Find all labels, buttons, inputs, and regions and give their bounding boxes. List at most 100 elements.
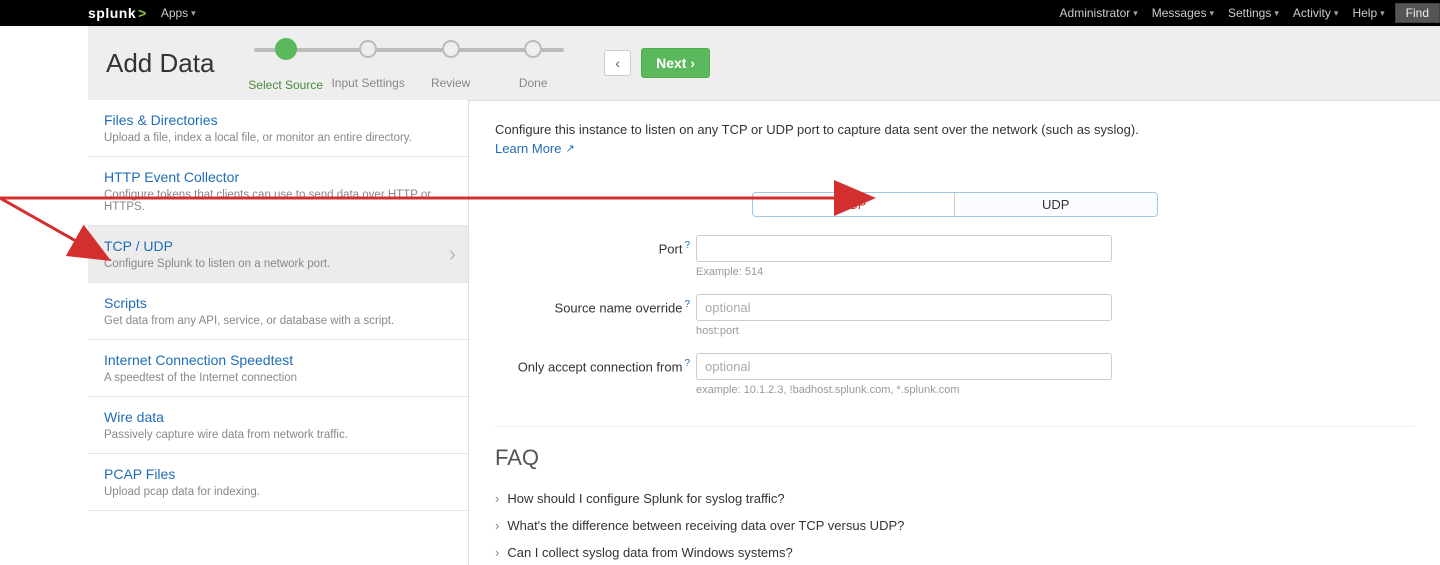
port-row: Port? <box>495 235 1414 262</box>
wizard-dot-icon <box>359 40 377 58</box>
apps-menu[interactable]: Apps▾ <box>161 6 196 20</box>
caret-down-icon: ▾ <box>1209 8 1214 19</box>
wizard-step-label: Input Settings <box>331 76 404 90</box>
help-icon[interactable]: ? <box>684 299 690 310</box>
sidebar-item-scripts[interactable]: Scripts Get data from any API, service, … <box>88 283 468 340</box>
accept-from-label: Only accept connection from? <box>495 358 696 374</box>
caret-down-icon: ▾ <box>1380 8 1385 19</box>
learn-more-label: Learn More <box>495 141 561 156</box>
brand-logo[interactable]: splunk> <box>88 5 147 21</box>
apps-label: Apps <box>161 6 188 20</box>
administrator-label: Administrator <box>1060 6 1131 20</box>
sidebar-item-files-directories[interactable]: Files & Directories Upload a file, index… <box>88 100 468 157</box>
faq-title: FAQ <box>495 445 1414 471</box>
messages-menu[interactable]: Messages▾ <box>1152 6 1214 20</box>
wizard-dot-icon <box>524 40 542 58</box>
sidebar-item-wire-data[interactable]: Wire data Passively capture wire data fr… <box>88 397 468 454</box>
prev-button[interactable]: ‹ <box>604 50 631 76</box>
faq-question[interactable]: › What's the difference between receiving… <box>495 512 1414 539</box>
main-panel: Configure this instance to listen on any… <box>469 100 1440 565</box>
administrator-menu[interactable]: Administrator▾ <box>1060 6 1138 20</box>
port-label: Port? <box>495 240 696 256</box>
sidebar-item-title: Files & Directories <box>104 112 452 128</box>
sidebar-item-desc: Get data from any API, service, or datab… <box>104 315 452 327</box>
wizard-step-label: Select Source <box>248 78 323 92</box>
activity-menu[interactable]: Activity▾ <box>1293 6 1339 20</box>
sidebar-item-http-event-collector[interactable]: HTTP Event Collector Configure tokens th… <box>88 157 468 226</box>
messages-label: Messages <box>1152 6 1207 20</box>
help-menu[interactable]: Help▾ <box>1352 6 1384 20</box>
lead-text: Configure this instance to listen on any… <box>495 122 1414 137</box>
source-name-label: Source name override? <box>495 299 696 315</box>
faq-question-text: Can I collect syslog data from Windows s… <box>507 545 792 560</box>
source-name-hint: host:port <box>696 325 1414 337</box>
port-hint: Example: 514 <box>696 266 1414 278</box>
accept-from-input[interactable] <box>696 353 1112 380</box>
sidebar-item-speedtest[interactable]: Internet Connection Speedtest A speedtes… <box>88 340 468 397</box>
help-label: Help <box>1352 6 1377 20</box>
sidebar-item-title: HTTP Event Collector <box>104 169 452 185</box>
chevron-right-icon: › <box>495 518 499 533</box>
help-icon[interactable]: ? <box>684 358 690 369</box>
wizard-step-label: Done <box>519 76 548 90</box>
viewport: { "topbar": { "brand": "splunk", "brand_… <box>0 0 1440 565</box>
accept-from-row: Only accept connection from? <box>495 353 1414 380</box>
wizard-step-select-source[interactable]: Select Source <box>244 34 327 92</box>
port-label-text: Port <box>659 242 683 257</box>
page-title: Add Data <box>106 48 214 79</box>
brand-text: splunk <box>88 5 136 21</box>
port-input[interactable] <box>696 235 1112 262</box>
sidebar-item-tcp-udp[interactable]: TCP / UDP Configure Splunk to listen on … <box>88 226 468 283</box>
wizard-header: Add Data Select Source Input Settings Re… <box>88 26 1440 101</box>
help-icon[interactable]: ? <box>684 240 690 251</box>
wizard-step-review[interactable]: Review <box>409 34 492 90</box>
learn-more-link[interactable]: Learn More ↗ <box>495 141 575 156</box>
brand-chevron-icon: > <box>138 5 147 21</box>
caret-down-icon: ▾ <box>1133 8 1138 19</box>
activity-label: Activity <box>1293 6 1331 20</box>
accept-from-hint: example: 10.1.2.3, !badhost.splunk.com, … <box>696 384 1414 396</box>
find-button[interactable]: Find <box>1395 3 1440 23</box>
accept-from-label-text: Only accept connection from <box>518 360 683 375</box>
protocol-option-udp[interactable]: UDP <box>955 193 1157 216</box>
topbar: splunk> Apps▾ Administrator▾ Messages▾ S… <box>88 0 1440 26</box>
sidebar-item-desc: Configure tokens that clients can use to… <box>104 189 452 213</box>
caret-down-icon: ▾ <box>191 8 196 19</box>
wizard-steps: Select Source Input Settings Review Done <box>244 34 574 92</box>
next-button[interactable]: Next › <box>641 48 710 78</box>
settings-label: Settings <box>1228 6 1271 20</box>
faq-question[interactable]: › Can I collect syslog data from Windows … <box>495 539 1414 565</box>
wizard-dot-icon <box>275 38 297 60</box>
sidebar-item-desc: A speedtest of the Internet connection <box>104 372 452 384</box>
sidebar-item-title: Internet Connection Speedtest <box>104 352 452 368</box>
sidebar-item-title: Wire data <box>104 409 452 425</box>
faq-question[interactable]: › How should I configure Splunk for syslo… <box>495 485 1414 512</box>
sidebar-item-desc: Passively capture wire data from network… <box>104 429 452 441</box>
faq-question-text: How should I configure Splunk for syslog… <box>507 491 784 506</box>
caret-down-icon: ▾ <box>1274 8 1279 19</box>
chevron-right-icon: › <box>495 491 499 506</box>
wizard-step-input-settings[interactable]: Input Settings <box>327 34 410 90</box>
sidebar-item-desc: Configure Splunk to listen on a network … <box>104 258 452 270</box>
protocol-segmented-control: TCP UDP <box>752 192 1158 217</box>
source-type-sidebar: Files & Directories Upload a file, index… <box>88 100 469 565</box>
sidebar-item-title: PCAP Files <box>104 466 452 482</box>
chevron-right-icon: › <box>495 545 499 560</box>
caret-down-icon: ▾ <box>1334 8 1339 19</box>
protocol-option-tcp[interactable]: TCP <box>753 193 956 216</box>
sidebar-item-pcap-files[interactable]: PCAP Files Upload pcap data for indexing… <box>88 454 468 511</box>
sidebar-item-title: Scripts <box>104 295 452 311</box>
content: Files & Directories Upload a file, index… <box>88 100 1440 565</box>
faq-question-text: What's the difference between receiving … <box>507 518 904 533</box>
sidebar-item-desc: Upload pcap data for indexing. <box>104 486 452 498</box>
source-name-row: Source name override? <box>495 294 1414 321</box>
external-link-icon: ↗ <box>565 142 574 155</box>
settings-menu[interactable]: Settings▾ <box>1228 6 1279 20</box>
sidebar-item-desc: Upload a file, index a local file, or mo… <box>104 132 452 144</box>
wizard-step-label: Review <box>431 76 470 90</box>
wizard-step-done[interactable]: Done <box>492 34 575 90</box>
source-name-label-text: Source name override <box>555 301 683 316</box>
sidebar-item-title: TCP / UDP <box>104 238 452 254</box>
source-name-input[interactable] <box>696 294 1112 321</box>
wizard-dot-icon <box>442 40 460 58</box>
